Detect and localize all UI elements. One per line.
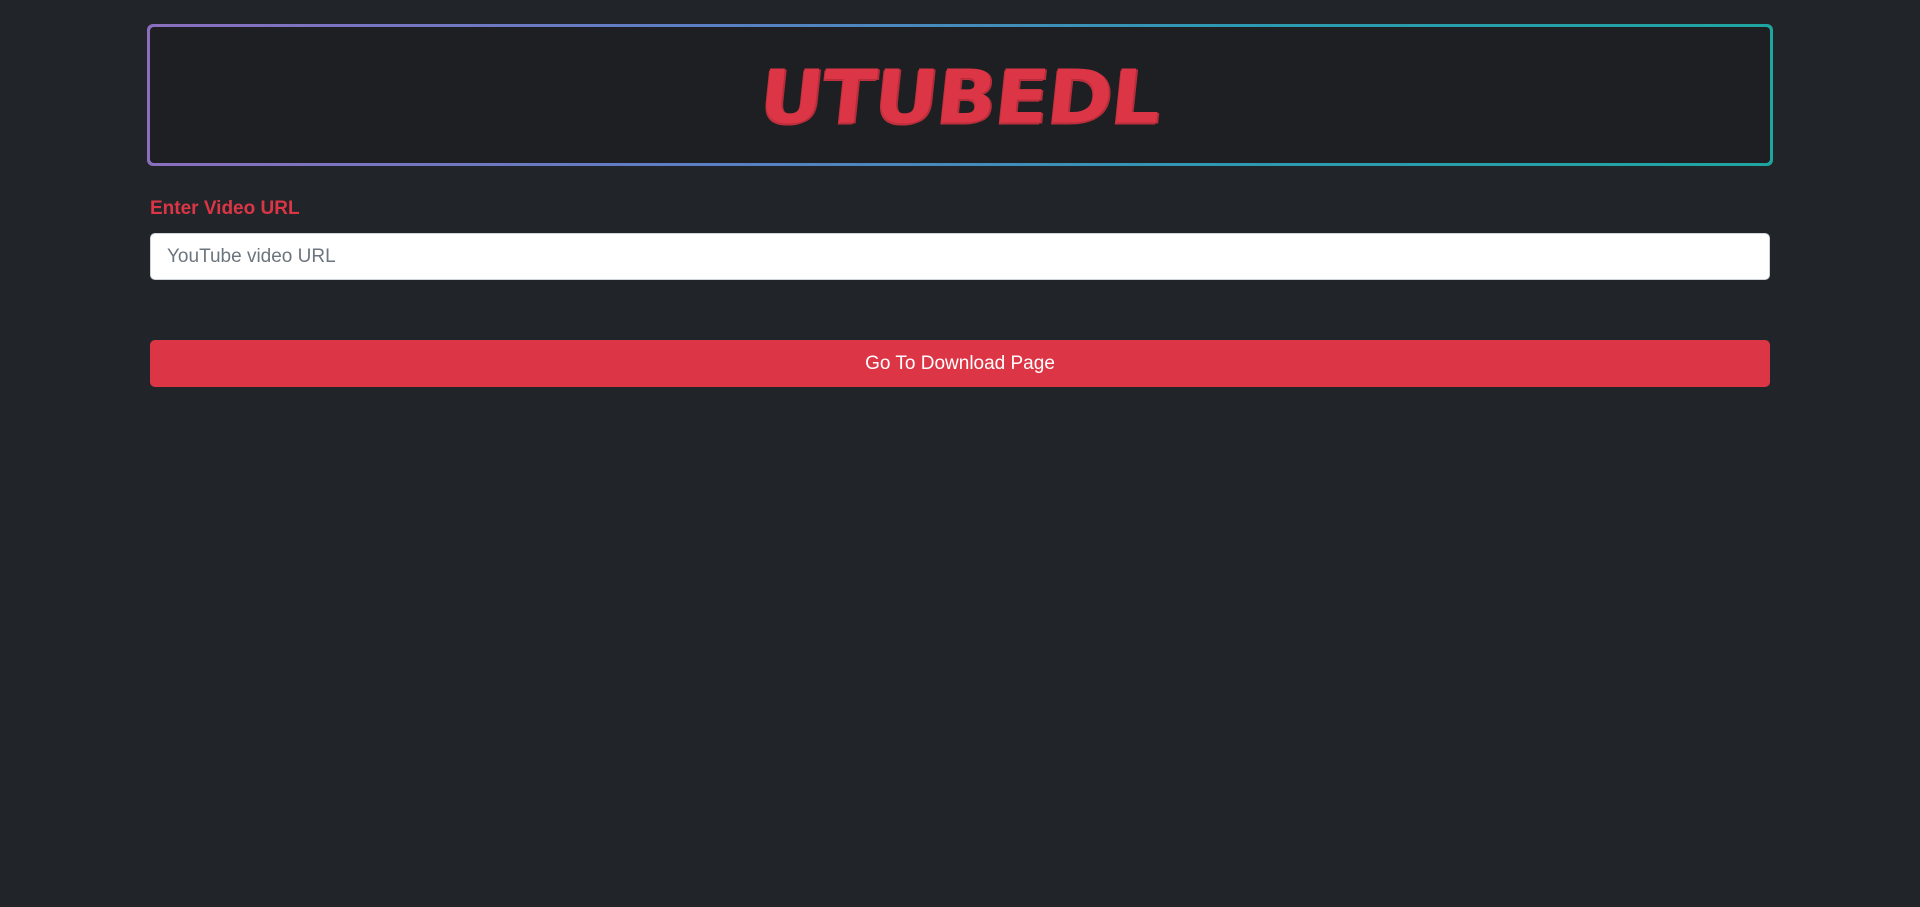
site-logo: UTUBEDL	[755, 55, 1165, 141]
video-url-input[interactable]	[150, 233, 1770, 280]
go-to-download-page-button[interactable]: Go To Download Page	[150, 340, 1770, 387]
header-inner: UTUBEDL	[150, 27, 1770, 163]
header-banner: UTUBEDL	[147, 24, 1773, 166]
video-url-label: Enter Video URL	[150, 198, 300, 219]
